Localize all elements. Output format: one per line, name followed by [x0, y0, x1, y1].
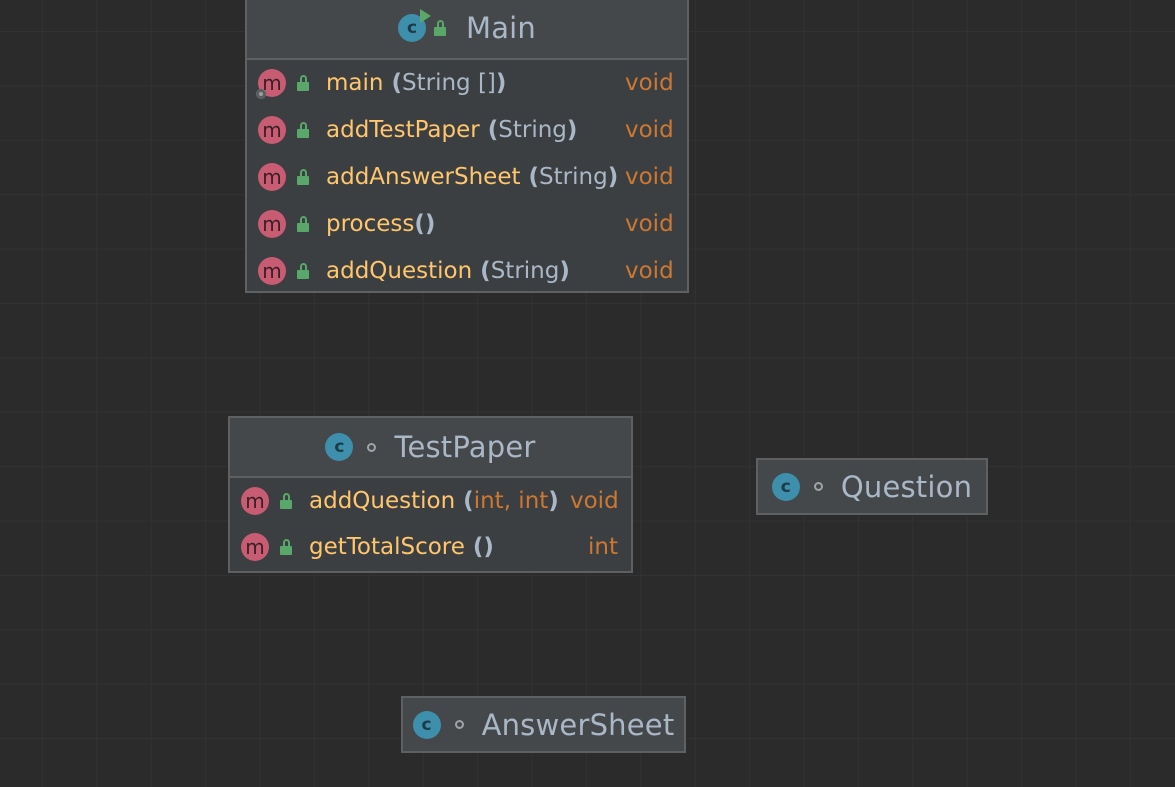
package-private-icon [367, 442, 377, 452]
return-type: void [625, 70, 674, 96]
class-header-answersheet[interactable]: c AnswerSheet [403, 698, 684, 751]
method-signature: addQuestion (int, int) [309, 488, 559, 514]
class-icon: c [325, 433, 354, 461]
class-name: Main [465, 11, 537, 45]
method-params: String [] [402, 70, 496, 96]
method-row-addtestpaper[interactable]: m addTestPaper (String) void [247, 107, 687, 154]
public-lock-icon [280, 539, 292, 555]
class-node-question[interactable]: c Question [756, 458, 988, 515]
method-signature: getTotalScore () [309, 534, 494, 560]
method-signature: process() [326, 211, 436, 237]
class-node-main[interactable]: c Main m main (String []) void m addTest… [245, 0, 689, 293]
return-type: void [625, 258, 674, 284]
method-icon: m [241, 533, 269, 561]
method-signature: addTestPaper (String) [326, 117, 578, 143]
method-icon: m [258, 116, 286, 144]
method-name: getTotalScore [309, 534, 465, 560]
method-icon: m [258, 210, 286, 238]
method-row-main[interactable]: m main (String []) void [247, 60, 687, 107]
package-private-icon [813, 482, 823, 491]
method-name: addAnswerSheet [326, 164, 521, 190]
return-type: void [625, 117, 674, 143]
method-row-addanswersheet[interactable]: m addAnswerSheet (String) void [247, 154, 687, 201]
class-icon: c [412, 710, 441, 739]
method-name: main [326, 70, 384, 96]
method-name: process [326, 211, 415, 237]
class-node-testpaper[interactable]: c TestPaper m addQuestion (int, int) voi… [228, 416, 633, 573]
method-signature: main (String []) [326, 70, 507, 96]
method-name: addQuestion [309, 488, 456, 514]
method-icon: m [241, 487, 269, 515]
public-lock-icon [297, 75, 309, 91]
return-type: void [625, 164, 674, 190]
method-icon: m [258, 257, 286, 285]
class-node-answersheet[interactable]: c AnswerSheet [401, 696, 686, 753]
run-icon [419, 9, 431, 23]
class-name: AnswerSheet [481, 707, 675, 742]
public-lock-icon [297, 122, 309, 138]
uml-diagram-canvas[interactable]: c Main m main (String []) void m addTest… [0, 0, 1175, 787]
public-lock-icon [433, 20, 446, 36]
member-list: m main (String []) void m addTestPaper (… [247, 60, 687, 295]
method-name: addQuestion [326, 258, 473, 284]
method-signature: addAnswerSheet (String) [326, 164, 619, 190]
static-gear-icon [256, 89, 266, 99]
return-type: void [570, 488, 619, 514]
method-icon: m [256, 69, 286, 99]
method-row-addquestion[interactable]: m addQuestion (String) void [247, 248, 687, 295]
public-lock-icon [297, 169, 309, 185]
public-lock-icon [280, 493, 292, 509]
class-icon: c [397, 9, 431, 42]
return-type: void [625, 211, 674, 237]
return-type: int [588, 534, 618, 560]
method-signature: addQuestion (String) [326, 258, 570, 284]
class-name: TestPaper [394, 430, 536, 464]
class-header-main[interactable]: c Main [247, 0, 687, 60]
class-header-testpaper[interactable]: c TestPaper [230, 418, 631, 478]
member-list: m addQuestion (int, int) void m getTotal… [230, 478, 631, 570]
method-row-process[interactable]: m process() void [247, 201, 687, 248]
public-lock-icon [297, 216, 309, 232]
method-name: addTestPaper [326, 117, 480, 143]
method-params: String [539, 164, 608, 190]
method-icon: m [258, 163, 286, 191]
public-lock-icon [297, 263, 309, 279]
method-params: String [490, 258, 560, 284]
package-private-icon [454, 720, 464, 729]
method-row-addquestion[interactable]: m addQuestion (int, int) void [230, 478, 631, 524]
method-params: int, int [473, 488, 549, 514]
method-params: String [498, 117, 567, 143]
method-row-gettotalscore[interactable]: m getTotalScore () int [230, 524, 631, 570]
class-header-question[interactable]: c Question [758, 460, 986, 513]
class-name: Question [840, 469, 973, 504]
class-icon: c [771, 472, 800, 501]
